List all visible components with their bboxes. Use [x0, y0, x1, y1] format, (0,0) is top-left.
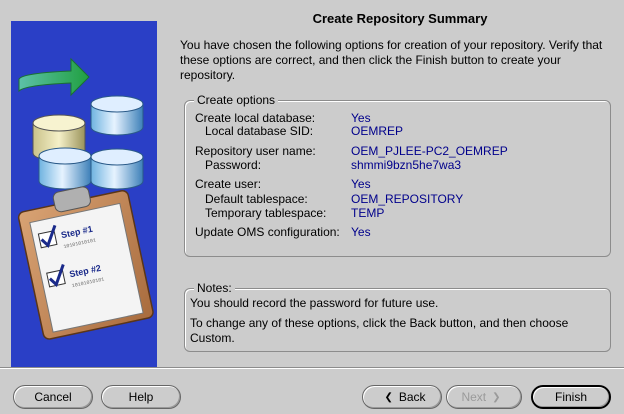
button-bar-divider	[0, 367, 624, 369]
back-button[interactable]: ❮ Back	[362, 385, 442, 409]
next-button-label: Next	[461, 390, 487, 404]
update-oms-label: Update OMS configuration:	[195, 225, 340, 239]
notes-line-2: To change any of these options, click th…	[190, 316, 569, 345]
help-button[interactable]: Help	[101, 385, 181, 409]
intro-text: You have chosen the following options fo…	[180, 38, 603, 82]
help-button-label: Help	[128, 390, 154, 404]
local-sid-label: Local database SID:	[205, 124, 314, 138]
finish-button-label: Finish	[554, 390, 587, 404]
local-sid-value: OEMREP	[351, 124, 404, 138]
default-tablespace-label: Default tablespace:	[205, 192, 308, 206]
cancel-button[interactable]: Cancel	[13, 385, 93, 409]
password-label: Password:	[205, 158, 262, 172]
notes-line-1: You should record the password for futur…	[190, 296, 439, 310]
temp-tablespace-label: Temporary tablespace:	[205, 206, 327, 220]
back-button-label: Back	[398, 390, 426, 404]
create-user-label: Create user:	[195, 177, 262, 191]
chevron-right-icon: ❯	[492, 391, 501, 403]
chevron-left-icon: ❮	[384, 391, 393, 403]
repo-user-value: OEM_PJLEE-PC2_OEMREP	[351, 144, 508, 158]
finish-button[interactable]: Finish	[531, 385, 611, 409]
notes-legend: Notes:	[194, 281, 235, 295]
next-button[interactable]: Next ❯	[446, 385, 522, 409]
repo-user-label: Repository user name:	[195, 144, 316, 158]
temp-tablespace-value: TEMP	[351, 206, 385, 220]
cancel-button-label: Cancel	[34, 390, 72, 404]
create-options-legend: Create options	[194, 93, 279, 107]
wizard-illustration: Step #1 10101010101 Step #2 10101010101	[11, 21, 157, 367]
password-value: shmmi9bzn5he7wa3	[351, 158, 462, 172]
default-tablespace-value: OEM_REPOSITORY	[351, 192, 464, 206]
update-oms-value: Yes	[351, 225, 371, 239]
create-user-value: Yes	[351, 177, 371, 191]
page-title: Create Repository Summary	[312, 11, 488, 26]
